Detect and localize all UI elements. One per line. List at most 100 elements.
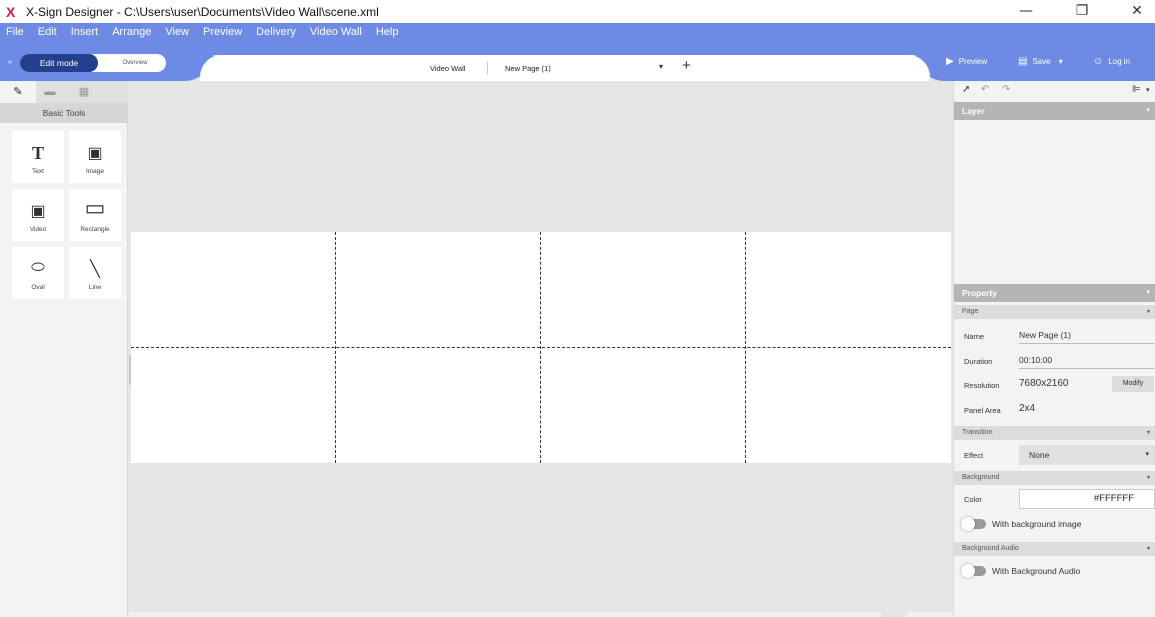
tool-label: Line: [88, 284, 102, 291]
overview-button[interactable]: Overview: [106, 54, 164, 72]
duration-label: Duration: [964, 357, 993, 366]
background-image-toggle[interactable]: [961, 517, 986, 531]
menu-preview[interactable]: Preview: [203, 26, 242, 38]
save-button[interactable]: ▤ Save ▾: [1018, 56, 1063, 67]
menu-delivery[interactable]: Delivery: [256, 26, 296, 38]
menu-help[interactable]: Help: [376, 26, 399, 38]
background-audio-section-header[interactable]: Background Audio ▾: [954, 542, 1155, 556]
background-image-toggle-row[interactable]: With background image: [961, 517, 1152, 533]
chevron-down-icon: ▾: [1145, 451, 1149, 458]
tool-label: Text: [32, 168, 44, 175]
background-section-title: Background: [962, 474, 1000, 481]
background-audio-toggle[interactable]: [961, 564, 986, 578]
redo-icon[interactable]: ↷: [1002, 84, 1010, 95]
title-bar: X X-Sign Designer - C:\Users\user\Docume…: [0, 0, 1155, 23]
text-tool[interactable]: T Text: [12, 131, 64, 183]
color-label: Color: [964, 495, 982, 504]
menu-insert[interactable]: Insert: [71, 26, 99, 38]
tool-label: Video: [29, 226, 47, 233]
video-tool[interactable]: ▣ Video: [12, 189, 64, 241]
transition-section-title: Transition: [962, 429, 993, 436]
app-logo-icon: X: [6, 3, 16, 20]
duration-field[interactable]: 00:10:00: [1019, 354, 1154, 369]
login-button[interactable]: ☺ Log in: [1093, 56, 1130, 67]
menu-arrange[interactable]: Arrange: [112, 26, 151, 38]
chevron-down-icon: ▾: [1146, 430, 1150, 436]
scrollbar-track[interactable]: [907, 612, 953, 617]
tool-label: Rectangle: [80, 226, 110, 233]
horizontal-scrollbar[interactable]: [129, 612, 881, 617]
edit-mode-button[interactable]: Edit mode: [20, 54, 98, 72]
effect-label: Effect: [964, 451, 984, 460]
undo-icon[interactable]: ↶: [981, 84, 989, 95]
edit-tools: ➚ ↶ ↷ ⊫ ▾: [954, 81, 1155, 102]
menu-video-wall[interactable]: Video Wall: [310, 26, 362, 38]
oval-tool[interactable]: ⬭ Oval: [12, 247, 64, 299]
rectangle-tool[interactable]: ▭ Rectangle: [69, 189, 121, 241]
layout-icon[interactable]: ▦: [66, 81, 102, 103]
background-section-header[interactable]: Background ▾: [954, 471, 1155, 485]
login-label: Log in: [1108, 57, 1131, 66]
menu-edit[interactable]: Edit: [38, 26, 57, 38]
toggle-knob: [961, 564, 975, 578]
tool-label: Image: [85, 168, 105, 175]
page-dropdown-icon[interactable]: ▾: [659, 62, 663, 71]
select-pointer-icon[interactable]: ➚: [962, 84, 970, 95]
minimize-button[interactable]: —: [1008, 0, 1044, 23]
add-page-button[interactable]: +: [682, 57, 691, 74]
rectangle-icon: ▭: [84, 195, 106, 220]
line-tool[interactable]: ╲ Line: [69, 247, 121, 299]
effect-select[interactable]: None ▾: [1019, 445, 1155, 465]
page-selector[interactable]: New Page (1): [505, 64, 551, 73]
briefcase-icon[interactable]: ▬: [32, 81, 68, 103]
save-caret-icon[interactable]: ▾: [1059, 57, 1063, 66]
resolution-value: 7680x2160: [1019, 378, 1069, 389]
close-button[interactable]: ✕: [1119, 0, 1155, 23]
transition-section-header[interactable]: Transition ▾: [954, 426, 1155, 440]
tool-label: Oval: [31, 284, 45, 291]
chevron-down-icon: ▾: [1146, 546, 1150, 552]
right-panel: ➚ ↶ ↷ ⊫ ▾ Layer ▾ Property ▾ Page ▾ Name…: [953, 81, 1155, 617]
panel-area-label: Panel Area: [964, 406, 1001, 415]
toolbar: « Edit mode Overview Video Wall New Page…: [0, 41, 1155, 81]
align-caret-icon[interactable]: ▾: [1146, 86, 1150, 94]
video-wall-label[interactable]: Video Wall: [430, 64, 465, 73]
restore-button[interactable]: ❐: [1064, 0, 1100, 23]
menu-file[interactable]: File: [6, 26, 24, 38]
background-audio-label: With Background Audio: [992, 566, 1081, 576]
align-icon[interactable]: ⊫: [1132, 84, 1141, 95]
chevron-down-icon: ▾: [1146, 289, 1150, 296]
effect-value: None: [1029, 450, 1050, 460]
panel-area-value: 2x4: [1019, 403, 1036, 414]
left-panel: ✎ ▬ ▦ Basic Tools T Text ▣ Image ▣ Video…: [0, 81, 128, 617]
video-wall-canvas[interactable]: [131, 232, 951, 463]
play-icon: ▶: [946, 56, 954, 67]
property-title: Property: [962, 288, 997, 298]
resolution-label: Resolution: [964, 381, 1000, 390]
preview-label: Preview: [958, 57, 988, 66]
modify-button[interactable]: Modify: [1112, 376, 1154, 392]
image-tool[interactable]: ▣ Image: [69, 131, 121, 183]
mode-toggle[interactable]: Edit mode Overview: [20, 54, 166, 72]
collapse-icon[interactable]: «: [8, 59, 12, 66]
page-section-header[interactable]: Page ▾: [954, 305, 1155, 319]
layer-header[interactable]: Layer ▾: [954, 102, 1155, 120]
name-label: Name: [964, 332, 985, 341]
resolution-row: Resolution 7680x2160 Modify: [954, 373, 1155, 397]
color-field[interactable]: #FFFFFF: [1019, 489, 1155, 509]
duration-row: Duration 00:10:00: [954, 349, 1155, 373]
text-icon: T: [31, 143, 44, 163]
panel-divider: [131, 347, 951, 348]
pencil-icon[interactable]: ✎: [0, 81, 36, 103]
background-audio-toggle-row[interactable]: With Background Audio: [961, 564, 1152, 580]
oval-icon: ⬭: [31, 259, 45, 276]
preview-button[interactable]: ▶ Preview: [946, 56, 987, 67]
canvas-area[interactable]: [129, 81, 953, 617]
menu-view[interactable]: View: [165, 26, 189, 38]
name-row: Name New Page (1): [954, 324, 1155, 348]
chevron-down-icon: ▾: [1146, 475, 1150, 481]
divider: [487, 61, 488, 75]
property-header[interactable]: Property ▾: [954, 284, 1155, 302]
name-field[interactable]: New Page (1): [1019, 329, 1154, 344]
effect-row: Effect None ▾: [954, 443, 1155, 467]
